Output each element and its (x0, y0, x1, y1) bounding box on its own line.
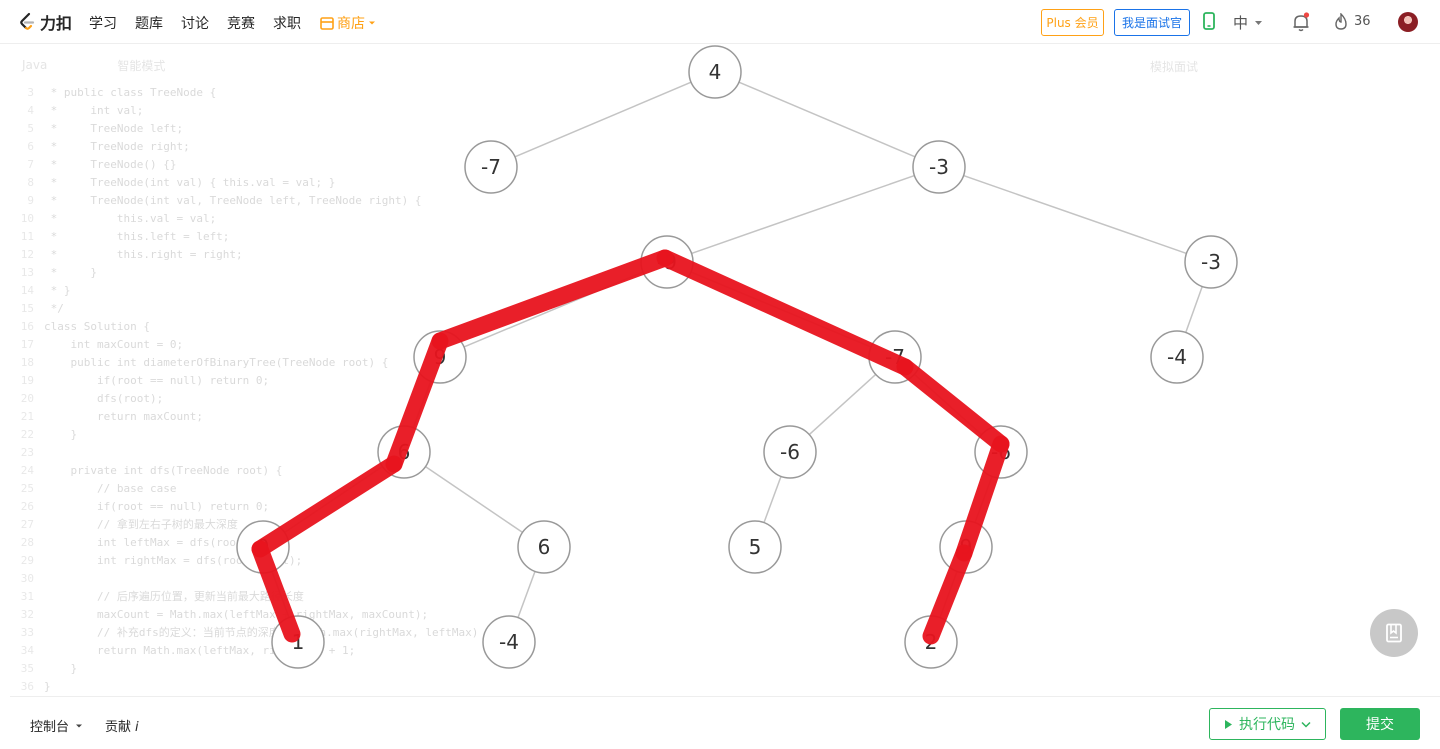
highlight-path-segment (431, 249, 674, 350)
shop-label: 商店 (337, 16, 365, 32)
play-icon (1225, 719, 1232, 729)
console-label: 控制台 (30, 720, 70, 735)
shop-icon (320, 16, 334, 30)
tree-edge (808, 373, 877, 436)
chevron-down-icon (1301, 721, 1311, 728)
info-icon: i (135, 720, 139, 735)
tree-node-label: -3 (1201, 250, 1221, 274)
avatar[interactable] (1398, 12, 1418, 32)
plus-member-button[interactable]: Plus 会员 (1041, 9, 1104, 36)
binary-tree-diagram: 4-7-3-9-39-7-46-6-606591-42 (236, 45, 1238, 669)
console-toggle[interactable]: 控制台 (30, 716, 83, 735)
streak-counter[interactable]: 36 (1334, 13, 1371, 30)
run-code-button[interactable]: 执行代码 (1209, 708, 1326, 740)
tree-edge (763, 476, 782, 523)
highlight-path-segment (656, 249, 914, 376)
tree-node-label: 6 (538, 535, 551, 559)
notebook-icon (1386, 623, 1402, 643)
streak-count: 36 (1354, 14, 1371, 29)
tree-edge (963, 174, 1187, 255)
tree-node-label: -6 (780, 440, 800, 464)
submit-button[interactable]: 提交 (1340, 708, 1420, 740)
tree-node-label: -7 (481, 155, 501, 179)
chevron-down-icon (76, 724, 83, 727)
interviewer-button[interactable]: 我是面试官 (1114, 9, 1190, 36)
logo-text: 力扣 (40, 14, 73, 33)
top-nav: 力扣 学习 题库 讨论 竞赛 求职 商店 Plus 会员 我是面试官 中 36 (0, 0, 1440, 44)
tree-edge (425, 465, 523, 534)
tree-node-label: -3 (929, 155, 949, 179)
nav-shop[interactable]: 商店 (320, 13, 376, 33)
contribute-link[interactable]: 贡献 i (105, 716, 139, 735)
tree-edge (1185, 286, 1203, 333)
logo[interactable]: 力扣 (18, 11, 72, 33)
highlight-path-segment (896, 358, 1010, 453)
tree-edge (691, 174, 915, 255)
tree-node-label: 4 (709, 60, 722, 84)
tree-node-label: -4 (1167, 345, 1187, 369)
tree-node-label: 5 (749, 535, 762, 559)
tree-edge (738, 81, 916, 158)
language-switch[interactable]: 中 (1233, 12, 1263, 33)
nav-problems[interactable]: 题库 (135, 13, 163, 33)
chevron-down-icon (1255, 20, 1263, 25)
tree-edge (514, 81, 692, 158)
nav-learn[interactable]: 学习 (89, 13, 117, 33)
nav-jobs[interactable]: 求职 (273, 13, 301, 33)
tree-edge (517, 571, 536, 618)
notebook-button[interactable] (1370, 609, 1418, 657)
flame-icon (1335, 13, 1347, 30)
leetcode-logo-icon (20, 12, 35, 30)
nav-discuss[interactable]: 讨论 (181, 13, 209, 33)
tree-node-label: -4 (499, 630, 519, 654)
bell-icon[interactable] (1292, 12, 1310, 32)
run-code-label: 执行代码 (1239, 717, 1295, 733)
contribute-label: 贡献 (105, 720, 132, 735)
bottom-bar: 控制台 贡献 i 执行代码 提交 (10, 696, 1440, 749)
language-label: 中 (1233, 14, 1249, 32)
mobile-icon[interactable] (1203, 12, 1215, 30)
nav-contest[interactable]: 竞赛 (227, 13, 255, 33)
highlight-path-segment (251, 455, 403, 558)
chevron-down-icon (369, 21, 375, 25)
